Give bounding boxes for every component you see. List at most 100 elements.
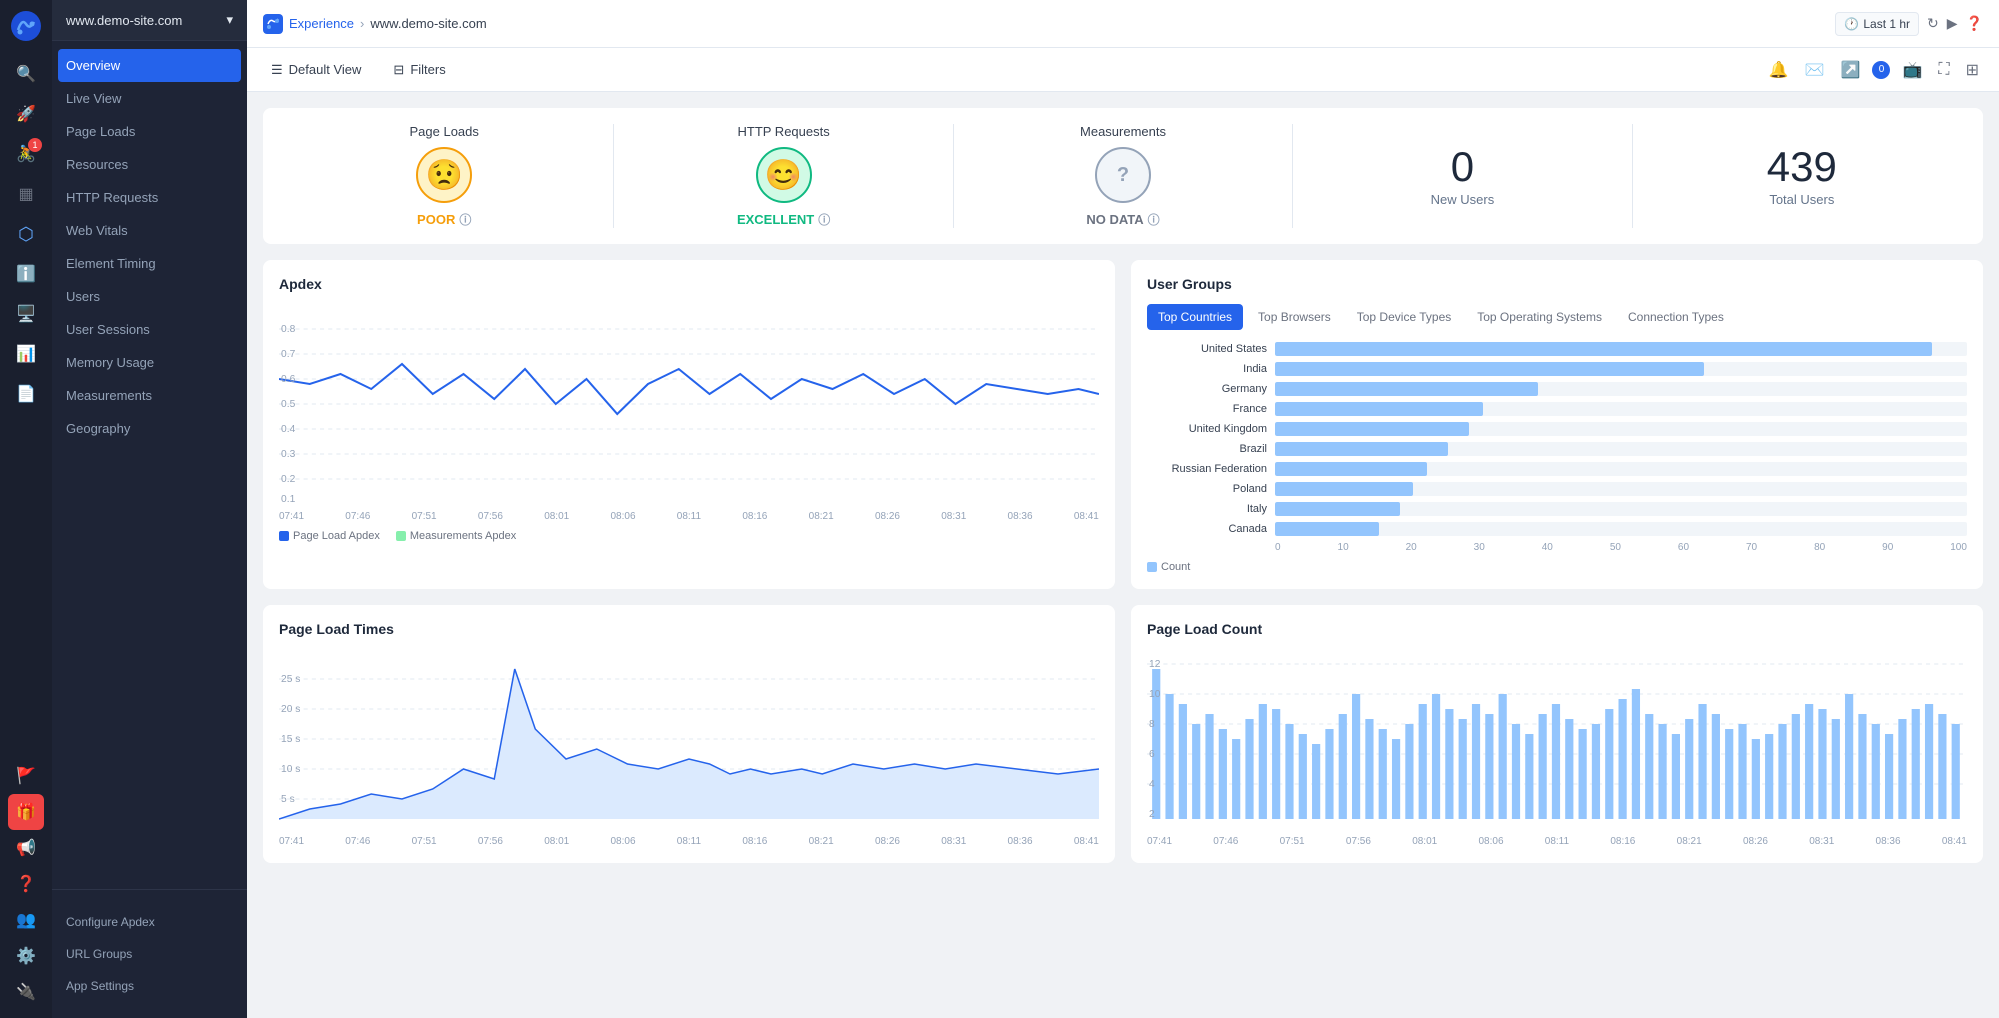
gear-icon-btn[interactable]: ⚙️ — [8, 938, 44, 974]
legend-page-load-apdex: Page Load Apdex — [279, 530, 380, 542]
nav-item-resources[interactable]: Resources — [52, 148, 247, 181]
filters-btn[interactable]: ⊟ Filters — [385, 56, 453, 84]
monitor-icon-btn[interactable]: 🖥️ — [8, 296, 44, 332]
breadcrumb-experience[interactable]: Experience — [289, 16, 354, 31]
filters-label: Filters — [410, 62, 445, 77]
layout-icon[interactable]: ⊞ — [1962, 56, 1983, 84]
info-icon-btn[interactable]: ℹ️ — [8, 256, 44, 292]
http-status: EXCELLENT ⓘ — [737, 211, 830, 228]
svg-text:0.3: 0.3 — [281, 449, 296, 460]
app-logo[interactable] — [8, 8, 44, 44]
stat-new-users: 0 New Users — [1305, 124, 1619, 228]
dashboard-icon-btn[interactable]: ⬡ — [8, 216, 44, 252]
nav-item-geography[interactable]: Geography — [52, 412, 247, 445]
icon-bar: 🔍 🚀 🚴 1 ▦ ⬡ ℹ️ 🖥️ 📊 📄 🚩 🎁 📢 ❓ 👥 ⚙️ 🔌 — [0, 0, 52, 1018]
page-load-times-title: Page Load Times — [279, 621, 1099, 637]
svg-text:4: 4 — [1149, 779, 1155, 790]
country-row-france: France — [1147, 402, 1967, 416]
refresh-icon[interactable]: ↻ — [1927, 15, 1939, 32]
nav-item-page-loads[interactable]: Page Loads — [52, 115, 247, 148]
breadcrumb-separator: › — [360, 16, 364, 31]
grid-icon-btn[interactable]: ▦ — [8, 176, 44, 212]
tab-top-os[interactable]: Top Operating Systems — [1466, 304, 1613, 330]
bike-icon-btn[interactable]: 🚴 1 — [8, 136, 44, 172]
doc-icon-btn[interactable]: 📄 — [8, 376, 44, 412]
mail-icon[interactable]: ✉️ — [1801, 56, 1829, 84]
tab-top-device-types[interactable]: Top Device Types — [1346, 304, 1463, 330]
nav-item-http-requests[interactable]: HTTP Requests — [52, 181, 247, 214]
nav-item-overview[interactable]: Overview — [58, 49, 241, 82]
time-selector[interactable]: 🕐 Last 1 hr — [1835, 12, 1919, 36]
rocket-icon-btn[interactable]: 🚀 — [8, 96, 44, 132]
nav-item-user-sessions[interactable]: User Sessions — [52, 313, 247, 346]
help-circle-icon[interactable]: ❓ — [1966, 15, 1983, 32]
svg-text:10 s: 10 s — [281, 764, 300, 775]
nav-item-memory-usage[interactable]: Memory Usage — [52, 346, 247, 379]
site-name: www.demo-site.com — [66, 13, 182, 28]
default-view-btn[interactable]: ☰ Default View — [263, 56, 369, 84]
nav-item-measurements[interactable]: Measurements — [52, 379, 247, 412]
status-card-http: HTTP Requests 😊 EXCELLENT ⓘ — [626, 124, 940, 228]
charts-row-2: Page Load Times 25 s 20 s 15 s — [263, 605, 1983, 863]
gift-icon: 🎁 — [16, 802, 36, 822]
http-info-icon[interactable]: ⓘ — [818, 211, 830, 228]
tab-top-countries[interactable]: Top Countries — [1147, 304, 1243, 330]
measurements-info-icon[interactable]: ⓘ — [1148, 211, 1160, 228]
svg-text:0.2: 0.2 — [281, 474, 296, 485]
svg-text:0.5: 0.5 — [281, 399, 296, 410]
time-label: Last 1 hr — [1863, 17, 1910, 31]
filter-icon: ⊟ — [393, 62, 404, 78]
flag-icon-btn[interactable]: 🚩 — [8, 758, 44, 794]
fullscreen-icon[interactable]: ⛶ — [1934, 57, 1953, 83]
nav-item-element-timing[interactable]: Element Timing — [52, 247, 247, 280]
nav-item-web-vitals[interactable]: Web Vitals — [52, 214, 247, 247]
nav-item-url-groups[interactable]: URL Groups — [52, 938, 247, 970]
svg-text:2: 2 — [1149, 809, 1155, 820]
nav-item-app-settings[interactable]: App Settings — [52, 970, 247, 1002]
total-users-label: Total Users — [1769, 192, 1834, 207]
measurements-emoji: ? — [1095, 147, 1151, 203]
countries-x-axis: 0102030405060708090100 — [1147, 542, 1967, 553]
share-icon[interactable]: ↗️ — [1837, 56, 1865, 84]
play-icon[interactable]: ▶ — [1947, 15, 1958, 32]
gift-icon-btn[interactable]: 🎁 — [8, 794, 44, 830]
page-loads-info-icon[interactable]: ⓘ — [459, 211, 471, 228]
svg-text:0.7: 0.7 — [281, 349, 296, 360]
svg-text:0.4: 0.4 — [281, 424, 296, 435]
dashboard-icon: ⬡ — [18, 224, 34, 245]
nav-item-live-view[interactable]: Live View — [52, 82, 247, 115]
site-selector[interactable]: www.demo-site.com ▾ — [52, 0, 247, 41]
nav-item-configure-apdex[interactable]: Configure Apdex — [52, 906, 247, 938]
page-load-count-title: Page Load Count — [1147, 621, 1967, 637]
info-icon: ℹ️ — [16, 264, 36, 284]
nav-item-users[interactable]: Users — [52, 280, 247, 313]
notification-badge[interactable]: 0 — [1872, 61, 1890, 79]
http-requests-label: HTTP Requests — [737, 124, 829, 139]
bell-icon[interactable]: 🔔 — [1765, 56, 1793, 84]
country-row-brazil: Brazil — [1147, 442, 1967, 456]
megaphone-icon-btn[interactable]: 📢 — [8, 830, 44, 866]
svg-text:25 s: 25 s — [281, 674, 300, 685]
help-icon-btn[interactable]: ❓ — [8, 866, 44, 902]
tab-connection-types[interactable]: Connection Types — [1617, 304, 1735, 330]
svg-text:15 s: 15 s — [281, 734, 300, 745]
svg-text:0.6: 0.6 — [281, 374, 296, 385]
main-content: Experience › www.demo-site.com 🕐 Last 1 … — [247, 0, 1999, 1018]
tab-top-browsers[interactable]: Top Browsers — [1247, 304, 1342, 330]
user-groups-title: User Groups — [1147, 276, 1967, 292]
country-row-poland: Poland — [1147, 482, 1967, 496]
toolbar: ☰ Default View ⊟ Filters 🔔 ✉️ ↗️ 0 📺 ⛶ ⊞ — [247, 48, 1999, 92]
search-icon-btn[interactable]: 🔍 — [8, 56, 44, 92]
top-bar: Experience › www.demo-site.com 🕐 Last 1 … — [247, 0, 1999, 48]
apdex-title: Apdex — [279, 276, 1099, 292]
page-loads-emoji: 😟 — [416, 147, 472, 203]
plugin-icon-btn[interactable]: 🔌 — [8, 974, 44, 1010]
page-load-times-chart: 25 s 20 s 15 s 10 s 5 s 07:4107:4607:510… — [279, 649, 1099, 847]
users-icon-btn[interactable]: 👥 — [8, 902, 44, 938]
chart-icon-btn[interactable]: 📊 — [8, 336, 44, 372]
country-row-russia: Russian Federation — [1147, 462, 1967, 476]
total-users-value: 439 — [1767, 146, 1837, 188]
tv-icon[interactable]: 📺 — [1898, 56, 1926, 84]
chevron-down-icon: ▾ — [226, 12, 233, 28]
measurements-label: Measurements — [1080, 124, 1166, 139]
